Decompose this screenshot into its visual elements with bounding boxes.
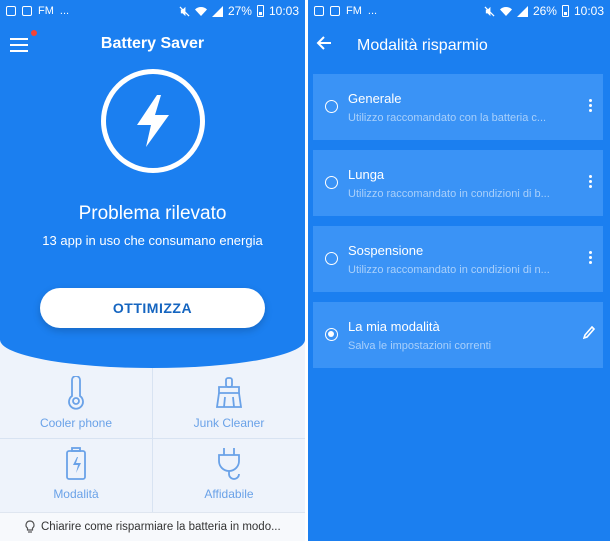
app-bar: Battery Saver <box>0 30 305 60</box>
more-notifications: ... <box>367 5 378 17</box>
more-notifications: ... <box>59 5 70 17</box>
mode-subtitle: Salva le impostazioni correnti <box>348 340 492 352</box>
mode-radio-selected[interactable] <box>325 328 338 341</box>
feature-label: Modalità <box>53 487 99 501</box>
more-vertical-icon[interactable] <box>589 175 593 190</box>
mode-card-generale[interactable]: Generale Utilizzo raccomandato con la ba… <box>313 74 603 140</box>
feature-label: Junk Cleaner <box>193 416 265 430</box>
mode-radio[interactable] <box>325 176 338 189</box>
mode-card-lunga[interactable]: Lunga Utilizzo raccomandato in condizion… <box>313 150 603 216</box>
optimize-button[interactable]: OTTIMIZZA <box>40 288 265 328</box>
mode-card-sospensione[interactable]: Sospensione Utilizzo raccomandato in con… <box>313 226 603 292</box>
wifi-icon <box>194 6 207 16</box>
clock: 10:03 <box>268 4 299 18</box>
more-vertical-icon[interactable] <box>589 99 593 114</box>
signal-icon <box>516 5 528 17</box>
battery-percent: 27% <box>227 4 252 18</box>
feature-junk-cleaner[interactable]: Junk Cleaner <box>153 368 305 440</box>
battery-percent: 26% <box>532 4 557 18</box>
feature-label: Affidabile <box>204 487 254 501</box>
fm-indicator: FM <box>38 5 54 17</box>
lightning-bolt-icon <box>101 69 205 173</box>
mode-radio[interactable] <box>325 252 338 265</box>
fm-indicator: FM <box>346 5 362 17</box>
battery-saver-screen: FM ... 27% 10:03 Battery Saver Problema … <box>0 0 305 541</box>
feature-cooler-phone[interactable]: Cooler phone <box>0 368 152 440</box>
app-title: Battery Saver <box>100 35 205 52</box>
lightbulb-icon <box>24 520 36 534</box>
feature-modalita[interactable]: Modalità <box>0 439 152 511</box>
battery-icon <box>65 447 87 481</box>
broom-icon <box>214 376 244 410</box>
mode-title: Sospensione <box>348 243 424 258</box>
more-vertical-icon[interactable] <box>589 251 593 266</box>
tip-text: Chiarire come risparmiare la batteria in… <box>41 521 281 533</box>
feature-label: Cooler phone <box>39 416 113 430</box>
clock: 10:03 <box>573 4 604 18</box>
mode-subtitle: Utilizzo raccomandato in condizioni di n… <box>348 264 550 276</box>
status-bar: FM ... 27% 10:03 <box>0 0 305 22</box>
notification-icon <box>330 6 340 16</box>
back-arrow-icon[interactable] <box>316 35 332 56</box>
battery-status-icon <box>561 5 569 17</box>
mode-subtitle: Utilizzo raccomandato con la batteria c.… <box>348 112 547 124</box>
signal-icon <box>211 5 223 17</box>
mute-icon <box>179 5 190 17</box>
problem-subtitle: 13 app in uso che consumano energia <box>42 233 263 248</box>
page-title: Modalità risparmio <box>357 37 488 54</box>
mode-subtitle: Utilizzo raccomandato in condizioni di b… <box>348 188 550 200</box>
problem-title: Problema rilevato <box>78 203 227 224</box>
wifi-icon <box>499 6 512 16</box>
notification-icon <box>6 6 16 16</box>
saving-mode-screen: FM ... 26% 10:03 Modalità risparmio Gene… <box>308 0 610 541</box>
mode-title: Generale <box>348 91 402 106</box>
thermometer-icon <box>64 376 88 410</box>
plug-icon <box>213 447 245 481</box>
battery-status-icon <box>256 5 264 17</box>
mode-radio[interactable] <box>325 100 338 113</box>
gallery-icon <box>314 6 324 16</box>
mode-title: Lunga <box>348 167 385 182</box>
app-bar: Modalità risparmio <box>308 30 610 60</box>
mode-card-la-mia-modalita[interactable]: La mia modalità Salva le impostazioni co… <box>313 302 603 368</box>
feature-grid: Cooler phone Junk Cleaner Modalità Affid… <box>0 368 305 512</box>
mode-title: La mia modalità <box>348 319 440 334</box>
feature-affidabile[interactable]: Affidabile <box>153 439 305 511</box>
gallery-icon <box>22 6 32 16</box>
pencil-icon[interactable] <box>582 325 596 345</box>
tip-bar[interactable]: Chiarire come risparmiare la batteria in… <box>0 512 305 541</box>
mute-icon <box>484 5 495 17</box>
status-bar: FM ... 26% 10:03 <box>308 0 610 22</box>
